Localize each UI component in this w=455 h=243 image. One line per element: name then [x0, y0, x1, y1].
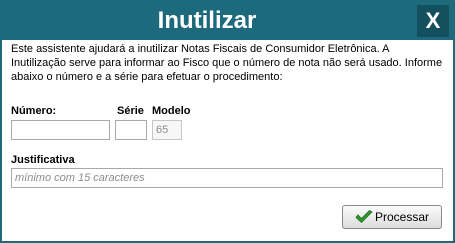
serie-label: Série: [117, 105, 144, 117]
justificativa-input[interactable]: [11, 168, 443, 188]
process-button[interactable]: Processar: [342, 205, 442, 229]
close-icon: X: [425, 8, 441, 33]
modelo-label: Modelo: [152, 105, 191, 117]
numero-input[interactable]: [11, 120, 110, 140]
process-label: Processar: [374, 210, 430, 224]
numero-label: Número:: [11, 105, 57, 117]
title-bar: Inutilizar X: [2, 2, 453, 40]
justificativa-label: Justificativa: [11, 154, 75, 166]
close-button[interactable]: X: [417, 5, 449, 37]
check-icon: [355, 210, 373, 224]
intro-text: Este assistente ajudará a inutilizar Not…: [11, 43, 443, 83]
inutilizar-dialog: Inutilizar X Este assistente ajudará a i…: [0, 0, 455, 243]
dialog-title: Inutilizar: [157, 7, 257, 34]
serie-input[interactable]: [115, 120, 147, 140]
modelo-input: [152, 120, 182, 140]
